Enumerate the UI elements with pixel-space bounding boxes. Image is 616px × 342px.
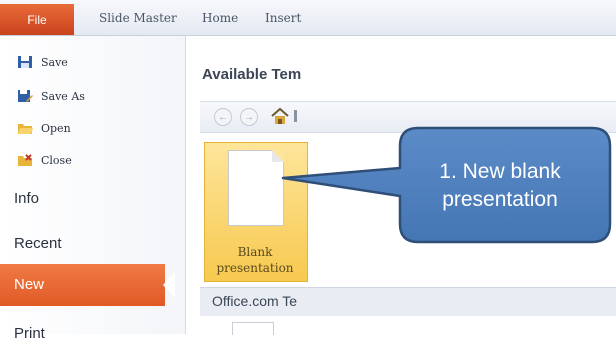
callout-text: 1. New blank presentation	[439, 160, 561, 211]
